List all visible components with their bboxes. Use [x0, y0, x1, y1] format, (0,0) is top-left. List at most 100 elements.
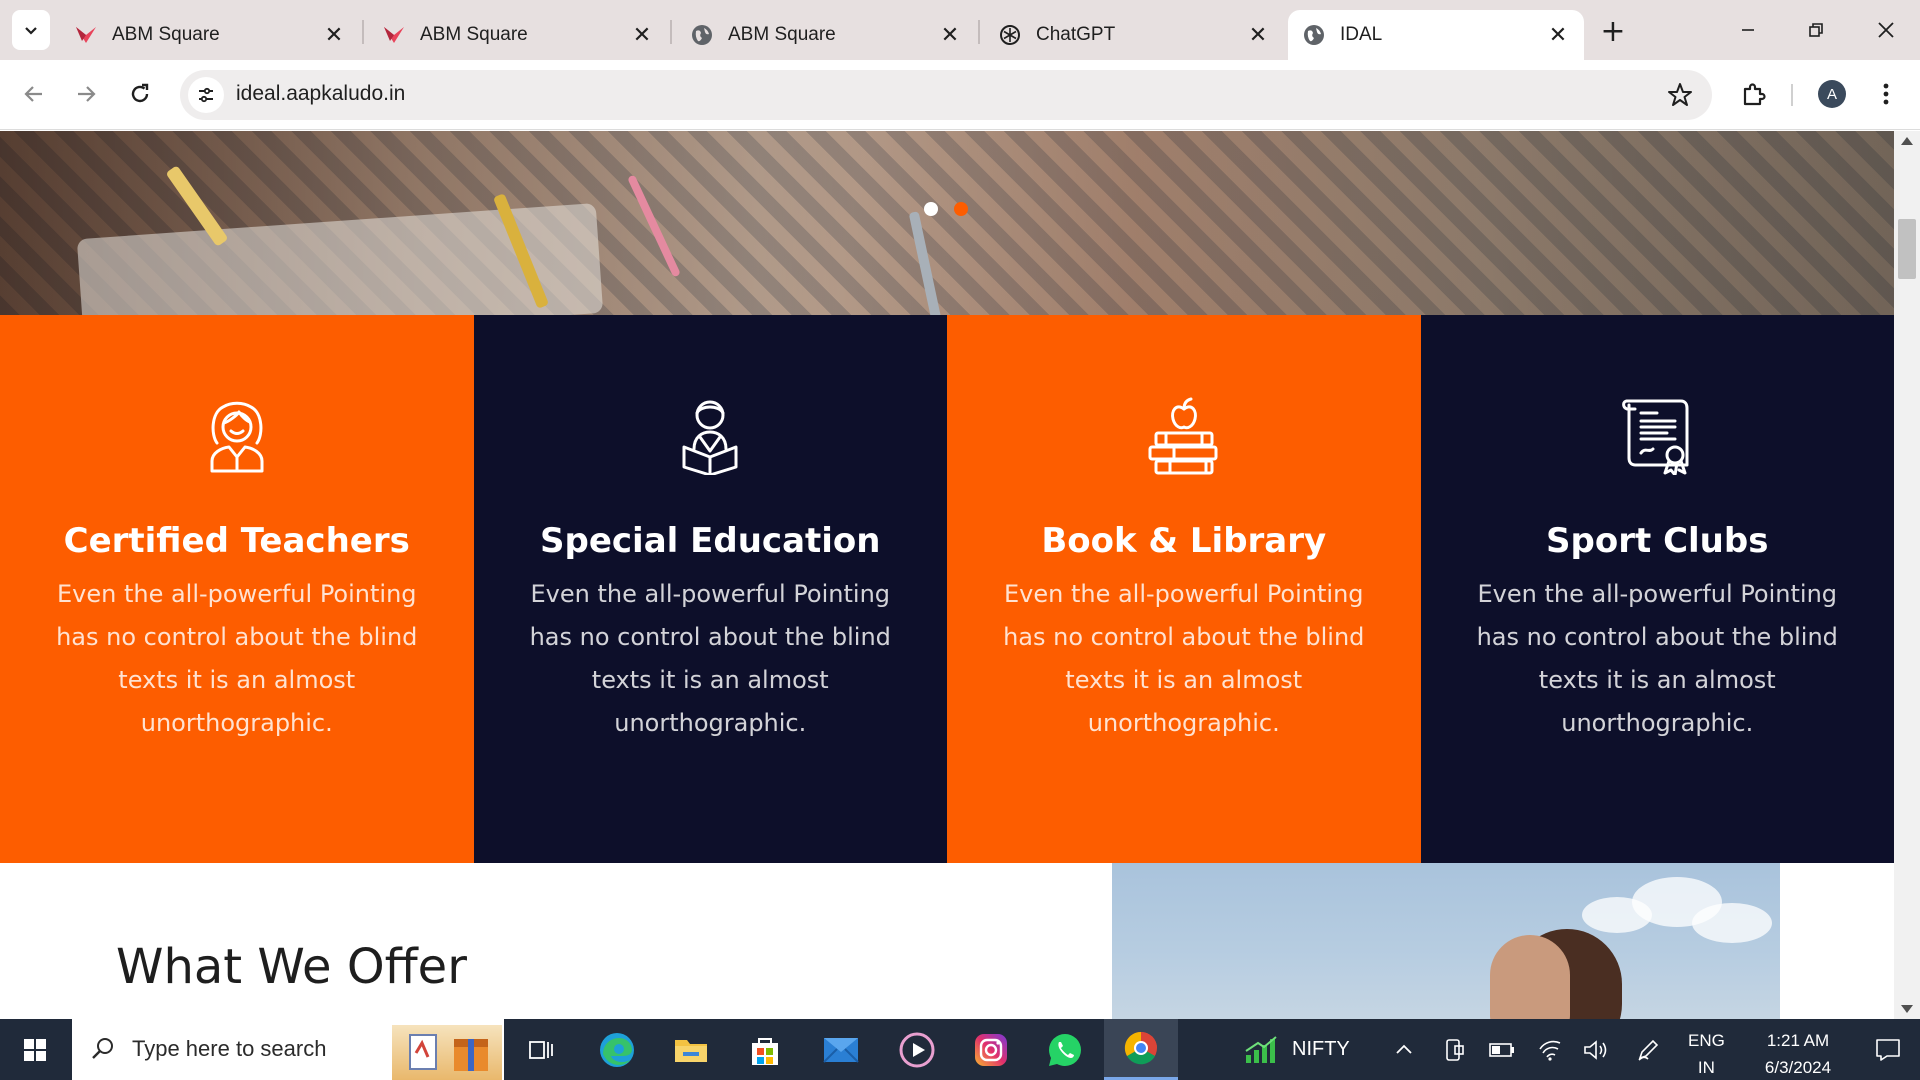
close-icon: [1878, 22, 1894, 38]
slider-dots: [924, 202, 968, 216]
mail-button[interactable]: [804, 1019, 878, 1080]
reload-button[interactable]: [120, 74, 160, 114]
whatsapp-icon: [1049, 1033, 1081, 1066]
address-bar[interactable]: ideal.aapkaludo.in: [180, 70, 1712, 120]
instagram-button[interactable]: [954, 1019, 1028, 1080]
minimize-icon: [1742, 29, 1754, 31]
close-tab-icon[interactable]: ✕: [322, 23, 346, 48]
hero-photo-pencil: [908, 211, 942, 321]
microsoft-store-button[interactable]: [728, 1019, 802, 1080]
tab-title: ABM Square: [728, 24, 836, 45]
tab-divider: [362, 20, 364, 44]
close-window-button[interactable]: [1856, 6, 1916, 54]
scroll-thumb[interactable]: [1898, 219, 1916, 279]
network-button[interactable]: [1536, 1036, 1564, 1064]
feature-title: Sport Clubs: [1546, 521, 1769, 561]
tab-title: ABM Square: [112, 24, 220, 45]
nifty-ticker[interactable]: NIFTY: [1244, 1019, 1350, 1080]
task-view-icon: [529, 1040, 553, 1059]
student-reading-icon: [682, 400, 738, 475]
page-viewport: Certified Teachers Even the all-powerful…: [0, 131, 1894, 1019]
new-tab-button[interactable]: +: [1596, 14, 1630, 49]
close-tab-icon[interactable]: ✕: [1246, 23, 1270, 48]
input-language-indicator[interactable]: ENG IN: [1688, 1027, 1725, 1080]
restore-button[interactable]: [1786, 6, 1846, 54]
show-hidden-icons-button[interactable]: [1390, 1036, 1418, 1064]
slider-dot-2[interactable]: [954, 202, 968, 216]
whatsapp-button[interactable]: [1028, 1019, 1102, 1080]
microsoft-store-icon: [752, 1037, 778, 1065]
books-apple-icon: [1148, 397, 1218, 475]
tab-search-button[interactable]: [12, 10, 50, 50]
site-info-button[interactable]: [188, 77, 224, 113]
ticker-label: NIFTY: [1292, 1038, 1350, 1060]
feature-description: Even the all-powerful Pointing has no co…: [529, 580, 891, 737]
feature-title: Special Education: [540, 521, 881, 561]
globe-icon: [1302, 23, 1326, 47]
tab-divider: [978, 20, 980, 44]
mail-icon: [823, 1037, 859, 1063]
tab-abm-square-2[interactable]: ABM Square ✕: [368, 10, 668, 60]
hero-photo-pencil: [627, 174, 681, 278]
search-icon: [92, 1038, 113, 1059]
close-tab-icon[interactable]: ✕: [1546, 23, 1570, 48]
search-highlight-illustration: [392, 1025, 502, 1080]
browser-menu-button[interactable]: [1866, 74, 1906, 114]
certificate-icon: [1622, 399, 1689, 475]
photo-person-face: [1490, 935, 1570, 1019]
more-vertical-icon: [1883, 83, 1889, 105]
feature-title: Certified Teachers: [63, 521, 410, 561]
forward-button[interactable]: [66, 74, 106, 114]
tune-icon: [199, 87, 213, 103]
slider-dot-1[interactable]: [924, 202, 938, 216]
task-view-button[interactable]: [504, 1019, 578, 1080]
page-scrollbar[interactable]: [1894, 131, 1920, 1019]
meet-now-button[interactable]: [1440, 1036, 1468, 1064]
start-button[interactable]: [0, 1019, 70, 1080]
system-clock[interactable]: 1:21 AM 6/3/2024: [1742, 1027, 1854, 1080]
scroll-up-arrow-icon[interactable]: [1901, 137, 1913, 145]
language-code: ENG: [1688, 1031, 1725, 1050]
browser-toolbar: ideal.aapkaludo.in A: [0, 60, 1920, 130]
volume-icon: [1584, 1040, 1607, 1060]
windows-taskbar: Type here to search NIFTY ENG IN 1:21 AM…: [0, 1019, 1920, 1080]
back-button[interactable]: [14, 74, 54, 114]
search-placeholder: Type here to search: [132, 1036, 327, 1061]
minimize-button[interactable]: [1718, 6, 1778, 54]
stock-up-icon: [1245, 1035, 1277, 1063]
section-title: What We Offer: [116, 939, 467, 995]
clock-time: 1:21 AM: [1766, 1031, 1830, 1050]
tab-chatgpt[interactable]: ChatGPT ✕: [984, 10, 1284, 60]
globe-icon: [690, 23, 714, 47]
feature-special-education: Special Education Even the all-powerful …: [473, 315, 947, 863]
puzzle-icon: [1743, 83, 1766, 106]
url-text[interactable]: ideal.aapkaludo.in: [236, 82, 405, 106]
taskbar-search-box[interactable]: Type here to search: [72, 1019, 504, 1080]
tab-title: IDAL: [1340, 24, 1383, 45]
pen-icon: [1638, 1039, 1659, 1061]
hero-slider: [0, 131, 1894, 350]
volume-button[interactable]: [1582, 1036, 1610, 1064]
tab-abm-square-3[interactable]: ABM Square ✕: [676, 10, 976, 60]
file-explorer-button[interactable]: [654, 1019, 728, 1080]
notification-center-button[interactable]: [1856, 1019, 1920, 1080]
chevron-down-icon: [25, 27, 37, 35]
chatgpt-icon: [998, 23, 1022, 47]
clock-date: 6/3/2024: [1764, 1058, 1832, 1077]
reload-icon: [131, 83, 149, 103]
scroll-down-arrow-icon[interactable]: [1901, 1005, 1913, 1013]
media-player-button[interactable]: [880, 1019, 954, 1080]
bookmark-star-button[interactable]: [1666, 81, 1694, 109]
tab-idal[interactable]: IDAL ✕: [1288, 10, 1584, 60]
edge-button[interactable]: [580, 1019, 654, 1080]
close-tab-icon[interactable]: ✕: [630, 23, 654, 48]
profile-button[interactable]: A: [1812, 74, 1852, 114]
pen-menu-button[interactable]: [1634, 1036, 1662, 1064]
wifi-icon: [1539, 1040, 1561, 1061]
close-tab-icon[interactable]: ✕: [938, 23, 962, 48]
tab-abm-square-1[interactable]: ABM Square ✕: [60, 10, 360, 60]
arrow-left-icon: [24, 86, 42, 102]
battery-button[interactable]: [1488, 1036, 1516, 1064]
extensions-button[interactable]: [1734, 74, 1774, 114]
chrome-button[interactable]: [1104, 1019, 1178, 1080]
